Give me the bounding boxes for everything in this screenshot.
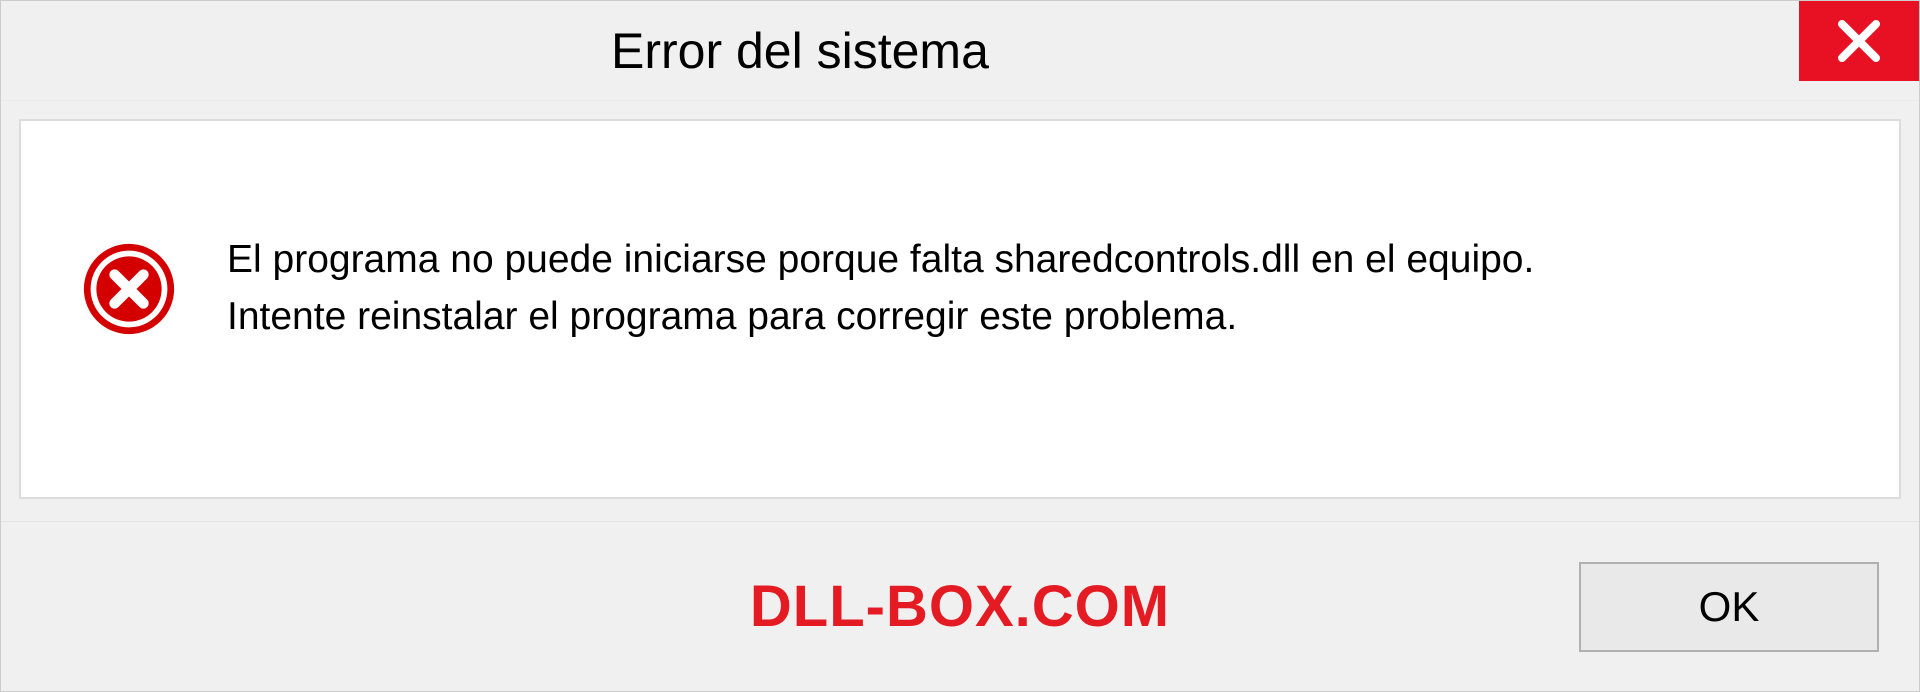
error-message: El programa no puede iniciarse porque fa… [227, 232, 1534, 345]
watermark-text: DLL-BOX.COM [750, 573, 1170, 640]
error-message-line2: Intente reinstalar el programa para corr… [227, 289, 1534, 346]
error-icon [81, 241, 177, 337]
ok-button[interactable]: OK [1579, 562, 1879, 652]
close-icon [1834, 16, 1884, 66]
dialog-footer: DLL-BOX.COM OK [1, 521, 1919, 691]
titlebar: Error del sistema [1, 1, 1919, 101]
content-area: El programa no puede iniciarse porque fa… [1, 101, 1919, 521]
message-panel: El programa no puede iniciarse porque fa… [19, 119, 1901, 499]
dialog-title: Error del sistema [611, 22, 989, 80]
error-message-line1: El programa no puede iniciarse porque fa… [227, 232, 1534, 289]
system-error-dialog: Error del sistema El programa no puede i… [0, 0, 1920, 692]
ok-button-label: OK [1699, 583, 1760, 631]
close-button[interactable] [1799, 1, 1919, 81]
